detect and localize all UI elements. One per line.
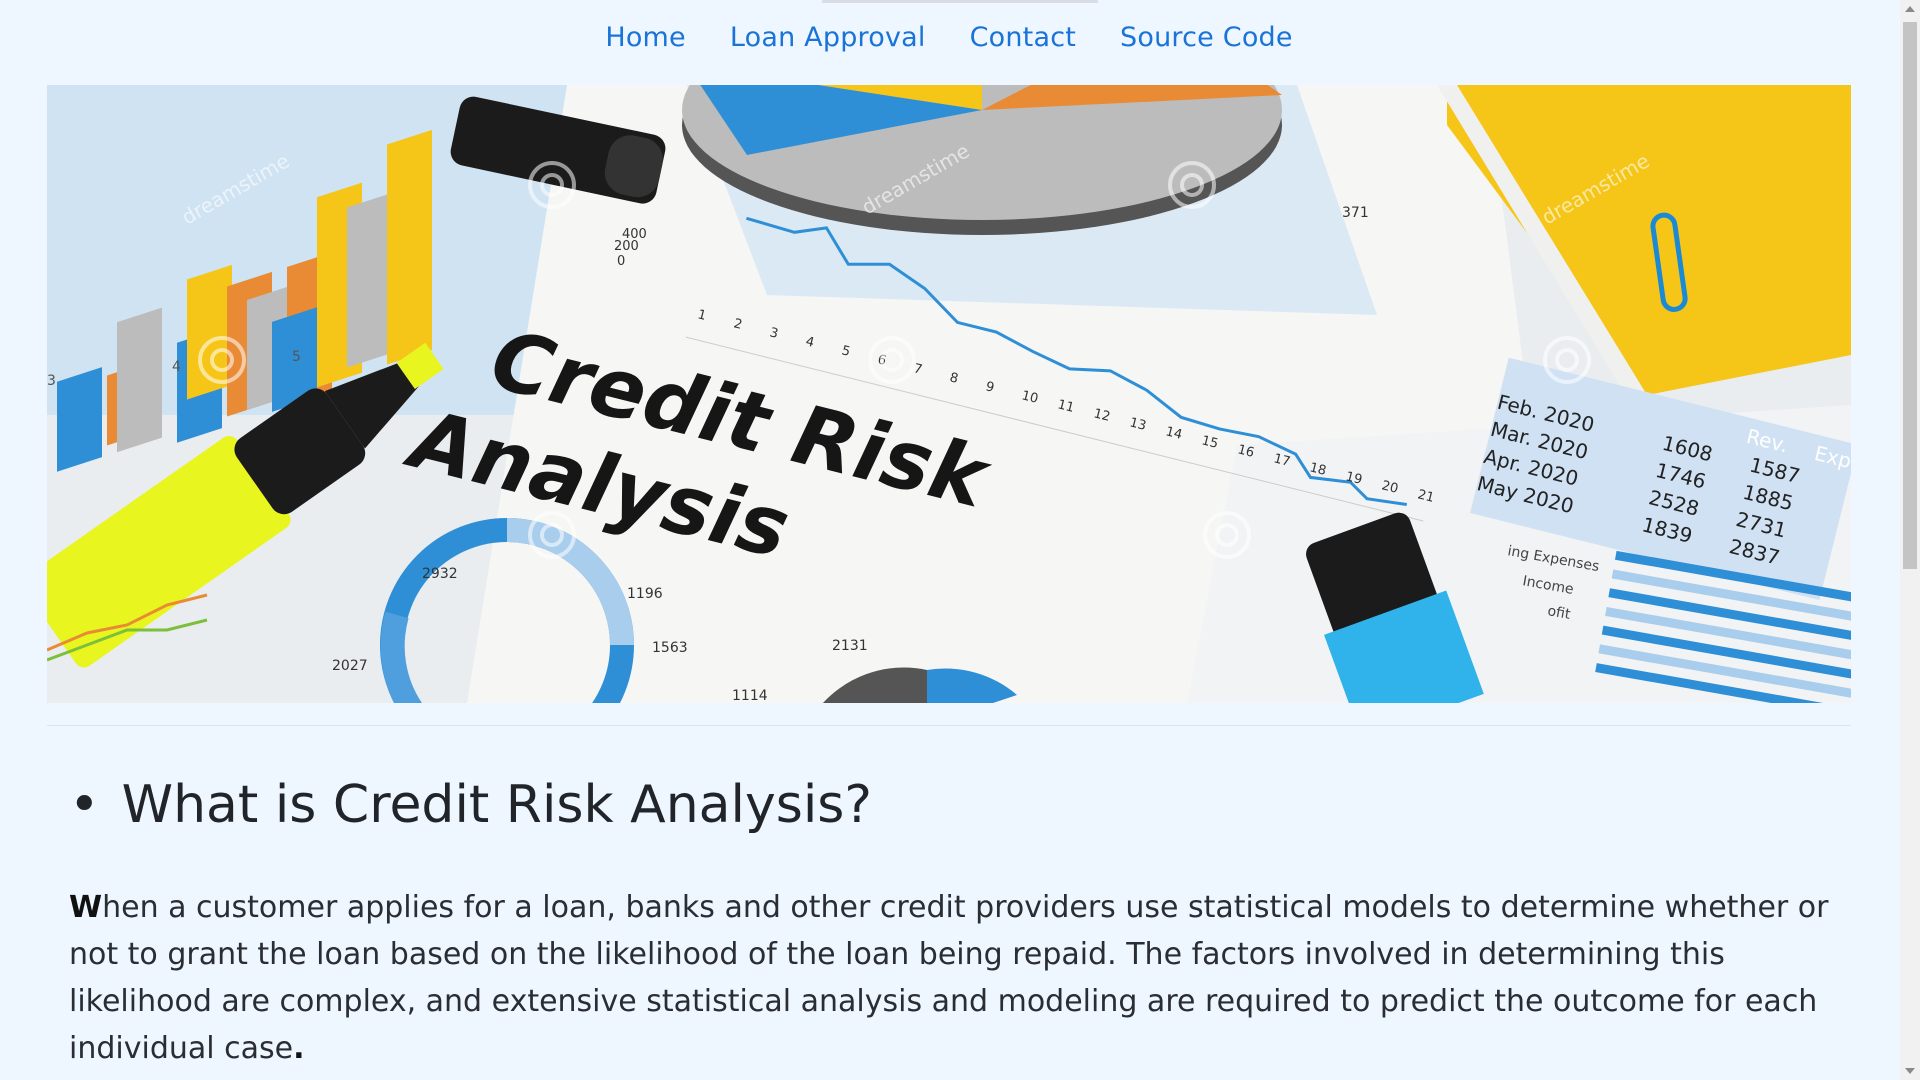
svg-text:4: 4 — [172, 359, 181, 375]
svg-text:200: 200 — [614, 239, 639, 254]
svg-text:3: 3 — [47, 373, 56, 389]
nav-top-accent — [822, 0, 1098, 3]
intro-paragraph: When a customer applies for a loan, bank… — [69, 884, 1869, 1072]
para-body: hen a customer applies for a loan, banks… — [69, 890, 1829, 1066]
svg-text:2932: 2932 — [422, 566, 458, 582]
nav-link-home[interactable]: Home — [605, 22, 686, 53]
para-drop-letter: W — [69, 890, 103, 925]
nav-link-source-code[interactable]: Source Code — [1120, 22, 1293, 53]
scroll-down-arrow-icon[interactable] — [1905, 1068, 1915, 1074]
top-nav: Home Loan Approval Contact Source Code — [0, 22, 1898, 53]
scrollbar-thumb[interactable] — [1903, 22, 1917, 569]
nav-link-loan-approval[interactable]: Loan Approval — [730, 22, 926, 53]
heading-bullet: • — [69, 775, 100, 835]
scroll-up-arrow-icon[interactable] — [1905, 6, 1915, 12]
svg-text:1114: 1114 — [732, 688, 768, 703]
nav-link-contact[interactable]: Contact — [970, 22, 1076, 53]
vertical-scrollbar[interactable] — [1900, 0, 1920, 1080]
heading-text: What is Credit Risk Analysis? — [121, 775, 872, 835]
svg-text:0: 0 — [617, 254, 625, 269]
svg-text:5: 5 — [292, 349, 301, 365]
svg-text:1196: 1196 — [627, 586, 663, 602]
svg-text:1563: 1563 — [652, 640, 688, 656]
pie-label: 371 — [1342, 205, 1369, 221]
svg-text:2027: 2027 — [332, 658, 368, 674]
para-end: . — [293, 1031, 305, 1066]
hero-banner-image: 371 3 4 5 400 200 0 1 2 3 4 5 6 7 8 9 10… — [47, 85, 1851, 703]
section-heading: • What is Credit Risk Analysis? — [69, 775, 872, 835]
section-divider — [47, 725, 1851, 726]
svg-text:2131: 2131 — [832, 638, 868, 654]
